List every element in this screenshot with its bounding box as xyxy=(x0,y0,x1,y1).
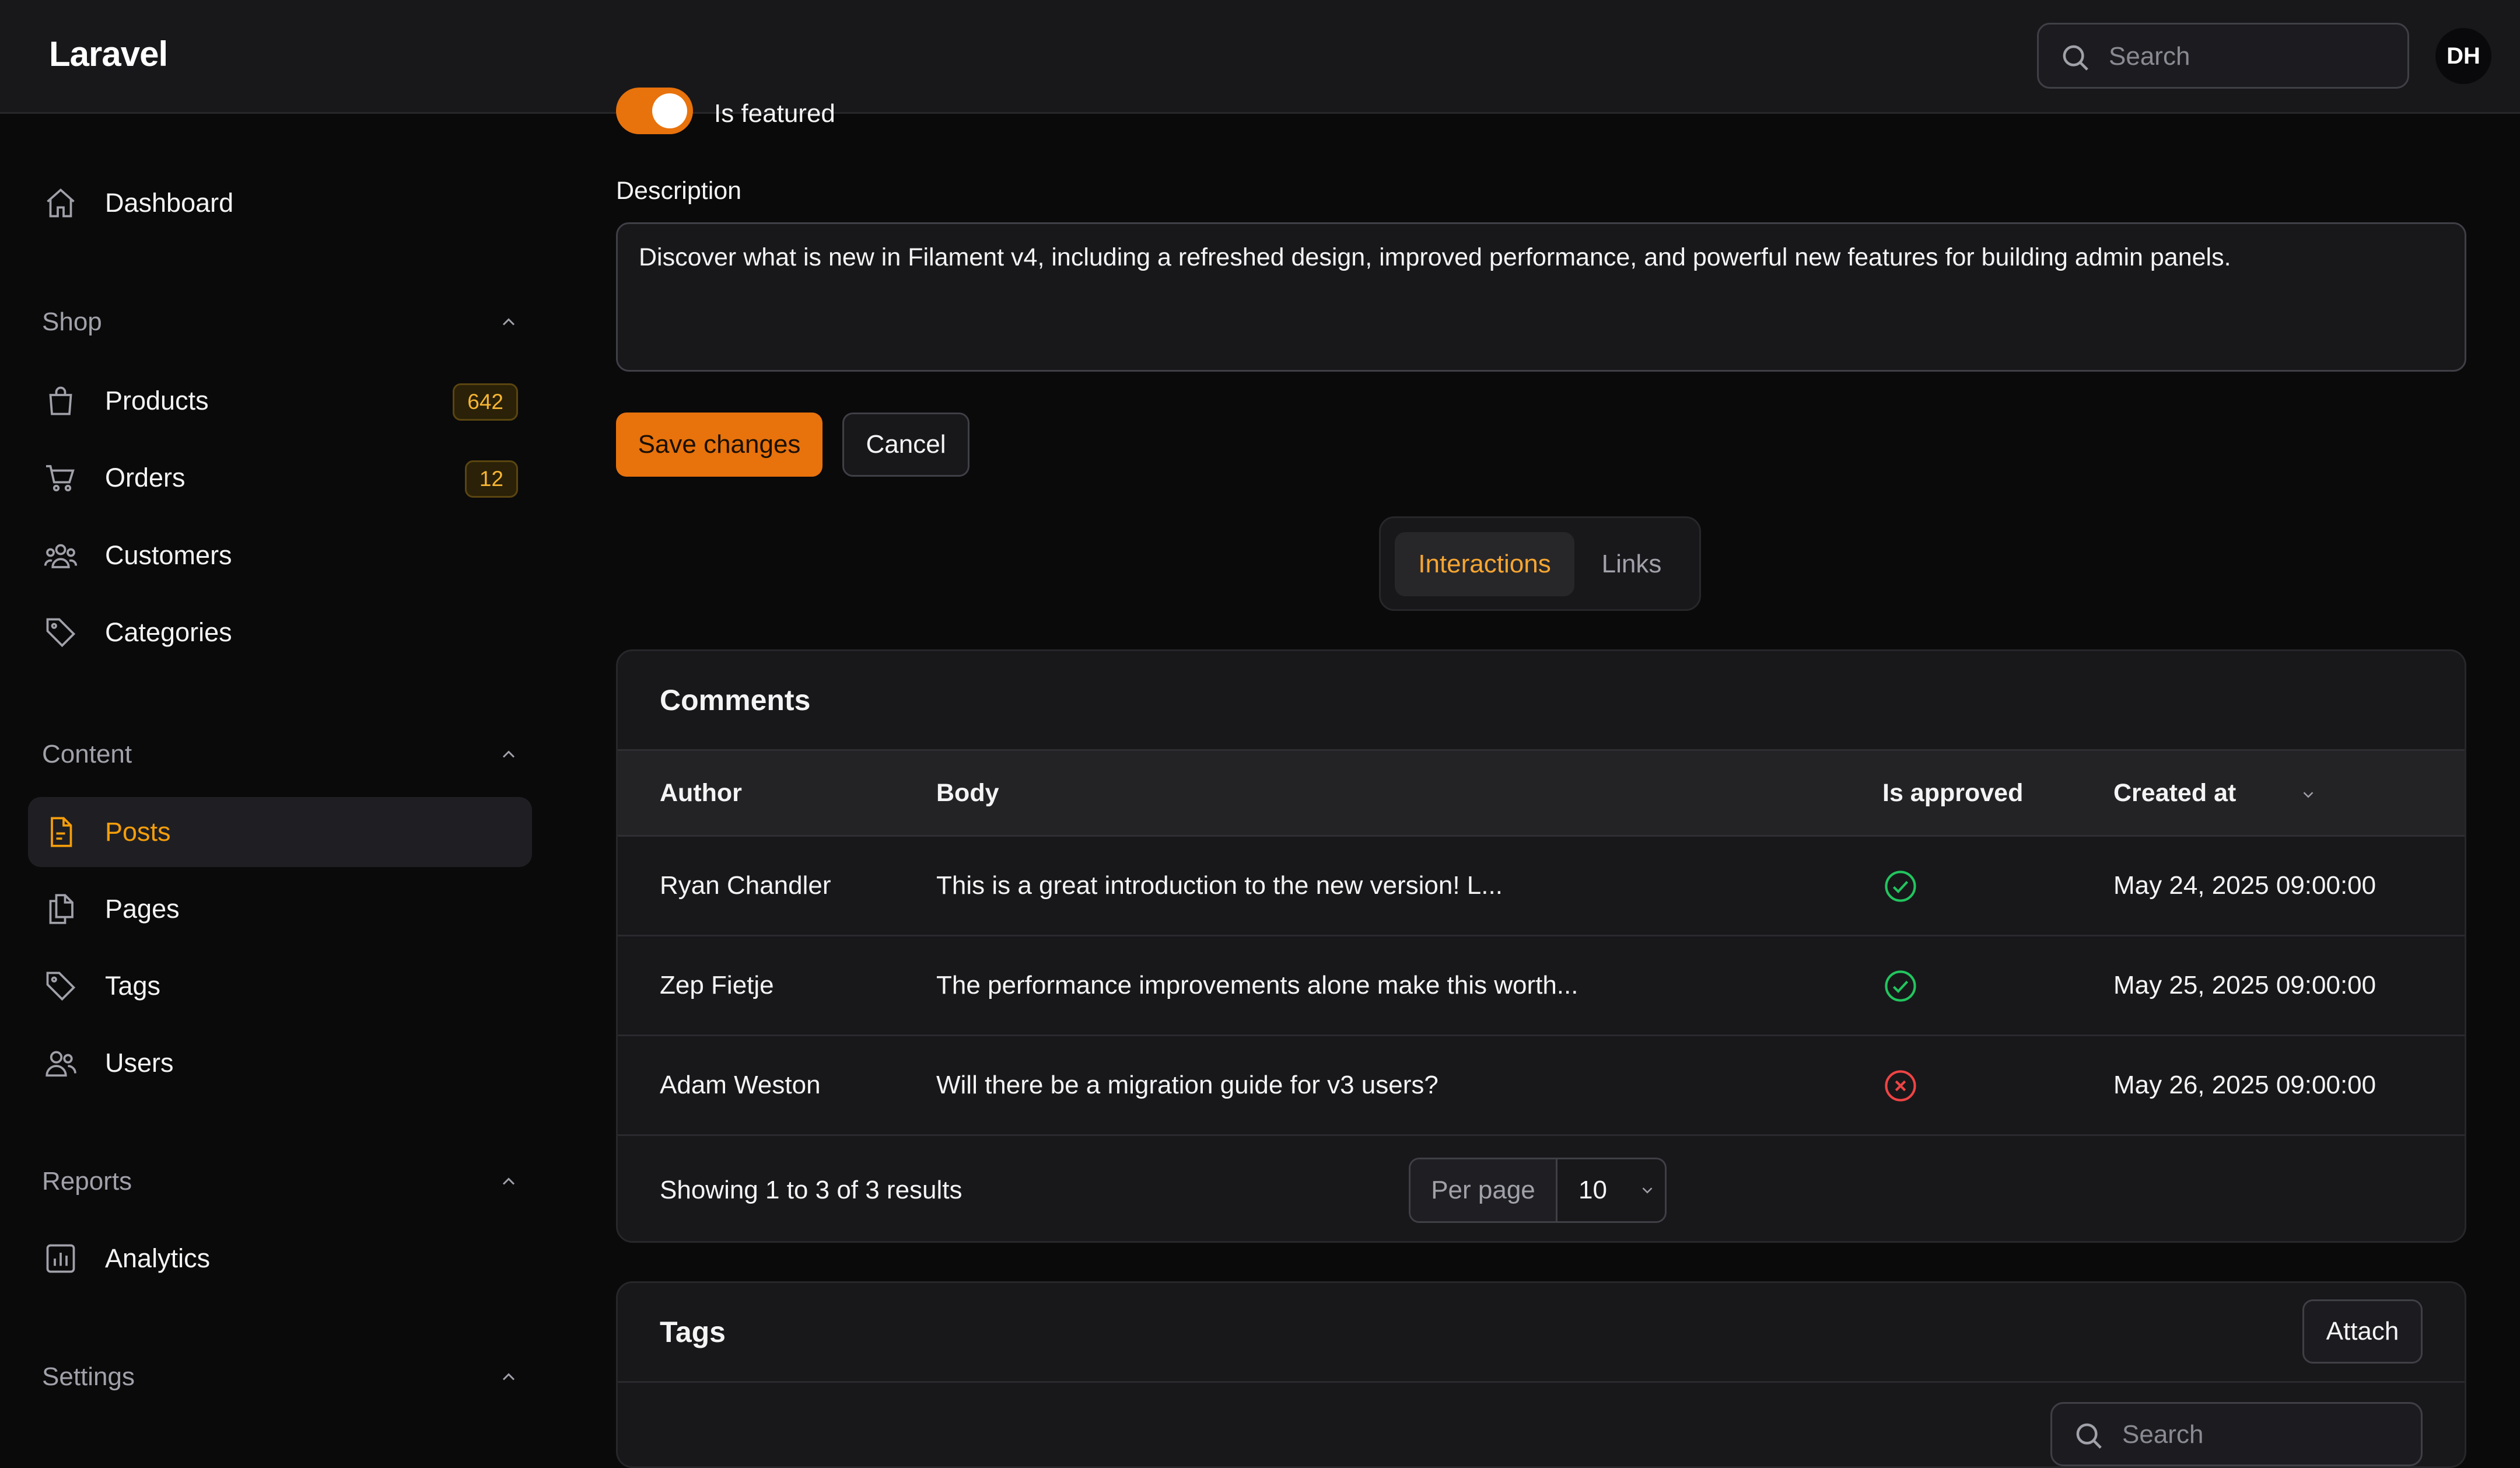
featured-toggle[interactable] xyxy=(616,88,693,134)
sidebar-item-label: Users xyxy=(105,1048,174,1078)
search-icon xyxy=(2076,1423,2102,1449)
chevron-up-icon xyxy=(502,750,515,758)
description-textarea[interactable]: Discover what is new in Filament v4, inc… xyxy=(616,222,2466,372)
chevron-up-icon xyxy=(502,1177,515,1185)
cell-created-at: May 26, 2025 09:00:00 xyxy=(2113,1071,2376,1099)
sidebar-item-orders[interactable]: Orders 12 xyxy=(28,443,532,513)
sidebar-item-label: Analytics xyxy=(105,1243,211,1273)
sidebar-group-label: Content xyxy=(42,740,132,768)
sidebar-group-shop[interactable]: Shop xyxy=(42,299,520,345)
featured-toggle-label: Is featured xyxy=(714,99,835,128)
comments-title: Comments xyxy=(660,684,811,716)
global-search[interactable] xyxy=(2037,23,2409,89)
sidebar-item-customers[interactable]: Customers xyxy=(28,520,532,590)
cell-body: This is a great introduction to the new … xyxy=(936,871,1503,900)
count-badge: 642 xyxy=(453,383,518,421)
chevron-down-icon xyxy=(1642,1187,1653,1194)
chevron-up-icon xyxy=(502,318,515,326)
check-circle-icon xyxy=(1885,871,1916,902)
column-created-at[interactable]: Created at xyxy=(2113,751,2236,835)
per-page-select[interactable]: Per page 10 xyxy=(1409,1158,1667,1223)
cell-author: Zep Fietje xyxy=(660,971,774,999)
shopping-bag-icon xyxy=(49,386,72,415)
sidebar: Dashboard Shop Products 642 Orders 12 Cu… xyxy=(0,114,560,1435)
table-header: Author Body Is approved Created at xyxy=(618,749,2465,837)
home-icon xyxy=(47,188,75,218)
sidebar-item-posts[interactable]: Posts xyxy=(28,797,532,867)
description-label: Description xyxy=(616,177,742,205)
main-content: Is featured Description Discover what is… xyxy=(560,88,2520,1468)
comments-card: Comments Author Body Is approved Created… xyxy=(616,649,2466,1243)
sidebar-item-label: Tags xyxy=(105,971,161,1001)
sidebar-item-label: Orders xyxy=(105,463,186,492)
cell-author: Ryan Chandler xyxy=(660,871,831,900)
chevron-down-icon[interactable] xyxy=(2298,786,2319,803)
sidebar-item-label: Customers xyxy=(105,540,232,570)
global-search-input[interactable] xyxy=(2109,39,2389,75)
sidebar-group-label: Settings xyxy=(42,1362,135,1391)
users-group-icon xyxy=(44,544,78,568)
sidebar-item-analytics[interactable]: Analytics xyxy=(28,1224,532,1294)
search-icon xyxy=(2063,45,2088,71)
chart-bar-icon xyxy=(46,1244,75,1273)
sidebar-group-content[interactable]: Content xyxy=(42,731,520,778)
table-row[interactable]: Ryan Chandler This is a great introducti… xyxy=(618,837,2465,936)
documents-icon xyxy=(49,894,74,924)
sidebar-item-products[interactable]: Products 642 xyxy=(28,366,532,436)
sidebar-item-users[interactable]: Users xyxy=(28,1028,532,1098)
cancel-button[interactable]: Cancel xyxy=(842,413,970,477)
per-page-value: 10 xyxy=(1578,1176,1607,1204)
sidebar-group-label: Reports xyxy=(42,1167,132,1196)
document-text-icon xyxy=(51,817,72,847)
attach-button[interactable]: Attach xyxy=(2302,1299,2423,1364)
sidebar-item-label: Pages xyxy=(105,894,180,924)
column-is-approved[interactable]: Is approved xyxy=(1882,751,2023,835)
sidebar-item-pages[interactable]: Pages xyxy=(28,874,532,944)
users-icon xyxy=(46,1051,76,1077)
chevron-up-icon xyxy=(502,1373,515,1380)
tags-card: Tags Attach xyxy=(616,1281,2466,1468)
per-page-label: Per page xyxy=(1410,1159,1558,1221)
cell-body: The performance improvements alone make … xyxy=(936,971,1578,999)
top-bar: Laravel DH xyxy=(0,0,2520,114)
brand-logo[interactable]: Laravel xyxy=(49,34,168,74)
shopping-cart-icon xyxy=(46,465,75,492)
cell-created-at: May 25, 2025 09:00:00 xyxy=(2113,971,2376,999)
sidebar-item-label: Categories xyxy=(105,617,232,647)
tag-icon xyxy=(46,971,76,1001)
table-row[interactable]: Zep Fietje The performance improvements … xyxy=(618,936,2465,1036)
sidebar-item-label: Posts xyxy=(105,817,171,847)
sidebar-item-dashboard[interactable]: Dashboard xyxy=(28,168,532,238)
tab-interactions[interactable]: Interactions xyxy=(1395,532,1574,596)
sidebar-group-reports[interactable]: Reports xyxy=(42,1158,520,1205)
table-footer: Showing 1 to 3 of 3 results Per page 10 xyxy=(618,1138,2465,1241)
check-circle-icon xyxy=(1885,970,1916,1002)
tags-search[interactable] xyxy=(2050,1402,2423,1466)
tag-icon xyxy=(46,618,76,648)
toggle-knob xyxy=(652,93,687,128)
avatar[interactable]: DH xyxy=(2435,28,2491,84)
column-body[interactable]: Body xyxy=(936,751,999,835)
save-changes-button[interactable]: Save changes xyxy=(616,413,822,477)
column-created-at-label: Created at xyxy=(2113,779,2236,807)
cell-body: Will there be a migration guide for v3 u… xyxy=(936,1071,1438,1099)
tags-search-input[interactable] xyxy=(2122,1417,2402,1453)
table-row[interactable]: Adam Weston Will there be a migration gu… xyxy=(618,1036,2465,1136)
tags-title: Tags xyxy=(660,1316,726,1348)
count-badge: 12 xyxy=(464,460,518,498)
pagination-summary: Showing 1 to 3 of 3 results xyxy=(660,1176,963,1204)
sidebar-item-label: Dashboard xyxy=(105,188,234,218)
cell-author: Adam Weston xyxy=(660,1071,821,1099)
cell-created-at: May 24, 2025 09:00:00 xyxy=(2113,871,2376,900)
sidebar-item-tags[interactable]: Tags xyxy=(28,951,532,1021)
tab-links[interactable]: Links xyxy=(1579,532,1684,596)
divider xyxy=(618,1381,2465,1383)
sidebar-group-settings[interactable]: Settings xyxy=(42,1354,520,1400)
relation-tabs: Interactions Links xyxy=(1379,516,1701,611)
sidebar-group-label: Shop xyxy=(42,307,102,336)
sidebar-item-categories[interactable]: Categories xyxy=(28,597,532,667)
x-circle-icon xyxy=(1885,1070,1916,1102)
column-author[interactable]: Author xyxy=(660,751,742,835)
sidebar-item-label: Products xyxy=(105,386,209,415)
